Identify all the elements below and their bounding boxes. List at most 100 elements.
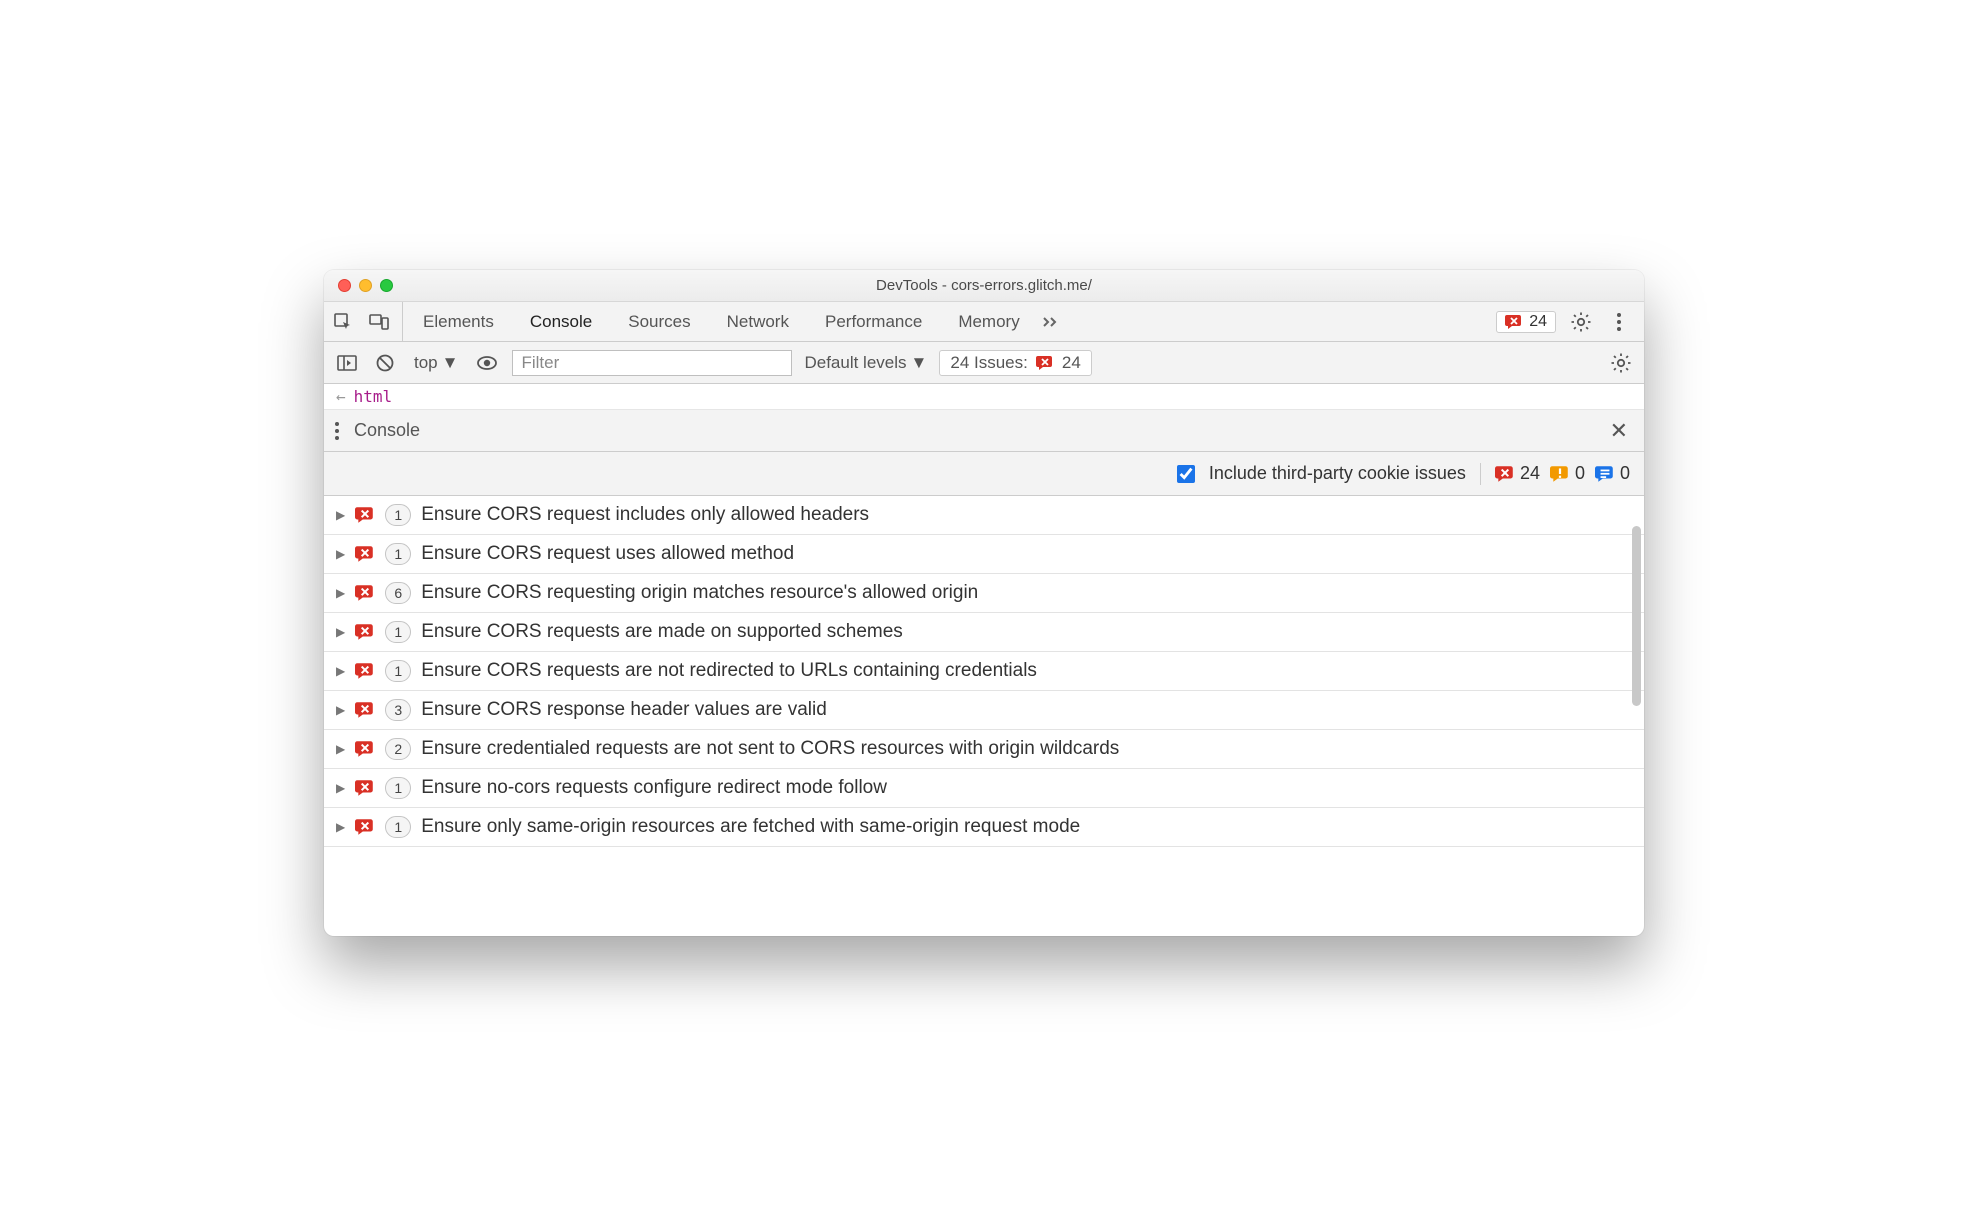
issue-title: Ensure CORS request uses allowed method bbox=[421, 543, 794, 565]
error-counter[interactable]: 24 bbox=[1495, 463, 1540, 484]
main-tabbar: Elements Console Sources Network Perform… bbox=[324, 302, 1644, 342]
info-bubble-icon bbox=[1595, 464, 1615, 484]
expand-caret-icon: ▶ bbox=[336, 742, 345, 756]
error-bubble-icon bbox=[355, 817, 375, 837]
close-window-icon[interactable] bbox=[338, 279, 351, 292]
tab-memory[interactable]: Memory bbox=[940, 302, 1037, 341]
issue-count-badge: 2 bbox=[385, 738, 411, 760]
zoom-window-icon[interactable] bbox=[380, 279, 393, 292]
device-mode-icon[interactable] bbox=[366, 309, 392, 335]
clear-console-icon[interactable] bbox=[372, 350, 398, 376]
devtools-window: DevTools - cors-errors.glitch.me/ Elemen… bbox=[324, 270, 1644, 936]
issues-toolbar: Include third-party cookie issues 24 0 0 bbox=[324, 452, 1644, 496]
issue-count-badge: 1 bbox=[385, 660, 411, 682]
issue-count-badge: 3 bbox=[385, 699, 411, 721]
error-count-text: 24 bbox=[1520, 463, 1540, 484]
console-settings-gear-icon[interactable] bbox=[1608, 350, 1634, 376]
issue-row[interactable]: ▶ 3 Ensure CORS response header values are… bbox=[324, 691, 1644, 730]
warning-counter[interactable]: 0 bbox=[1550, 463, 1585, 484]
source-hint-row: ← html bbox=[324, 384, 1644, 410]
issue-title: Ensure CORS response header values are v… bbox=[421, 699, 827, 721]
issue-row[interactable]: ▶1Ensure no-cors requests configure redi… bbox=[324, 769, 1644, 808]
info-count-text: 0 bbox=[1620, 463, 1630, 484]
log-level-selector[interactable]: Default levels ▼ bbox=[804, 353, 927, 373]
source-hint-tag: html bbox=[354, 387, 393, 406]
error-bubble-icon bbox=[355, 700, 375, 720]
log-level-label: Default levels bbox=[804, 353, 906, 373]
issue-row[interactable]: ▶ 1 Ensure only same-origin resources are … bbox=[324, 808, 1644, 847]
error-bubble-icon bbox=[355, 739, 375, 759]
expand-caret-icon: ▶ bbox=[336, 820, 345, 834]
more-options-icon[interactable] bbox=[1606, 309, 1632, 335]
more-tabs-icon[interactable] bbox=[1038, 309, 1064, 335]
issue-title: Ensure CORS requests are not redirected … bbox=[421, 660, 1037, 682]
tab-list: Elements Console Sources Network Perform… bbox=[405, 302, 1064, 341]
tab-performance[interactable]: Performance bbox=[807, 302, 940, 341]
close-drawer-icon[interactable]: ✕ bbox=[1604, 418, 1634, 444]
settings-gear-icon[interactable] bbox=[1568, 309, 1594, 335]
titlebar: DevTools - cors-errors.glitch.me/ bbox=[324, 270, 1644, 302]
warning-count-text: 0 bbox=[1575, 463, 1585, 484]
error-bubble-icon bbox=[355, 778, 375, 798]
issue-count-badge: 1 bbox=[385, 777, 411, 799]
issue-row[interactable]: ▶ 2 Ensure credentialed requests are not s… bbox=[324, 730, 1644, 769]
issue-row[interactable]: ▶1Ensure CORS request uses allowed metho… bbox=[324, 535, 1644, 574]
error-bubble-icon bbox=[355, 661, 375, 681]
issues-list: ▶ 1 Ensure CORS request includes only allo… bbox=[324, 496, 1644, 936]
expand-caret-icon: ▶ bbox=[336, 625, 345, 639]
expand-caret-icon: ▶ bbox=[336, 664, 345, 678]
error-bubble-icon bbox=[1505, 313, 1523, 331]
error-bubble-icon bbox=[355, 544, 375, 564]
window-controls bbox=[324, 279, 393, 292]
minimize-window-icon[interactable] bbox=[359, 279, 372, 292]
issue-count-badge: 1 bbox=[385, 816, 411, 838]
error-bubble-icon bbox=[355, 622, 375, 642]
include-third-party-cookies-label: Include third-party cookie issues bbox=[1209, 463, 1466, 484]
console-filter-input[interactable] bbox=[512, 350, 792, 376]
context-selector-label: top bbox=[414, 353, 438, 373]
expand-caret-icon: ▶ bbox=[336, 781, 345, 795]
console-sidebar-toggle-icon[interactable] bbox=[334, 350, 360, 376]
tab-sources[interactable]: Sources bbox=[610, 302, 708, 341]
scrollbar-thumb[interactable] bbox=[1632, 526, 1641, 706]
issue-row[interactable]: ▶ 1 Ensure CORS requests are not redirecte… bbox=[324, 652, 1644, 691]
back-arrow-icon: ← bbox=[336, 387, 346, 406]
expand-caret-icon: ▶ bbox=[336, 586, 345, 600]
drawer-tab-console[interactable]: Console bbox=[354, 420, 420, 441]
divider bbox=[1480, 463, 1481, 485]
issue-title: Ensure only same-origin resources are fe… bbox=[421, 816, 1080, 838]
issues-counter[interactable]: 24 Issues: 24 bbox=[939, 350, 1091, 376]
expand-caret-icon: ▶ bbox=[336, 703, 345, 717]
issue-title: Ensure CORS requests are made on support… bbox=[421, 621, 903, 643]
tab-elements[interactable]: Elements bbox=[405, 302, 512, 341]
error-counter[interactable]: 24 bbox=[1496, 311, 1556, 333]
console-toolbar: top ▼ Default levels ▼ 24 Issues: 24 bbox=[324, 342, 1644, 384]
include-third-party-cookies-checkbox[interactable] bbox=[1177, 465, 1195, 483]
issue-row[interactable]: ▶6Ensure CORS requesting origin matches … bbox=[324, 574, 1644, 613]
issue-title: Ensure credentialed requests are not sen… bbox=[421, 738, 1119, 760]
expand-caret-icon: ▶ bbox=[336, 508, 345, 522]
drawer-header: Console ✕ bbox=[324, 410, 1644, 452]
dropdown-caret-icon: ▼ bbox=[911, 353, 928, 373]
issue-count-badge: 6 bbox=[385, 582, 411, 604]
issue-count-badge: 1 bbox=[385, 504, 411, 526]
error-bubble-icon bbox=[1036, 354, 1054, 372]
tab-console[interactable]: Console bbox=[512, 302, 610, 341]
error-bubble-icon bbox=[355, 505, 375, 525]
issue-count-badge: 1 bbox=[385, 621, 411, 643]
window-title: DevTools - cors-errors.glitch.me/ bbox=[324, 277, 1644, 294]
inspect-element-icon[interactable] bbox=[330, 309, 356, 335]
issue-row[interactable]: ▶ 1 Ensure CORS request includes only allo… bbox=[324, 496, 1644, 535]
issue-kind-counters: 24 0 0 bbox=[1495, 463, 1630, 484]
issues-label: 24 Issues: bbox=[950, 353, 1028, 373]
issue-row[interactable]: ▶ 1 Ensure CORS requests are made on suppo… bbox=[324, 613, 1644, 652]
live-expression-icon[interactable] bbox=[474, 350, 500, 376]
context-selector[interactable]: top ▼ bbox=[410, 351, 462, 375]
issue-count-badge: 1 bbox=[385, 543, 411, 565]
error-bubble-icon bbox=[355, 583, 375, 603]
error-count-text: 24 bbox=[1529, 313, 1547, 331]
tab-network[interactable]: Network bbox=[709, 302, 807, 341]
drawer-more-icon[interactable] bbox=[334, 421, 340, 441]
info-counter[interactable]: 0 bbox=[1595, 463, 1630, 484]
issue-title: Ensure CORS request includes only allowe… bbox=[421, 504, 869, 526]
